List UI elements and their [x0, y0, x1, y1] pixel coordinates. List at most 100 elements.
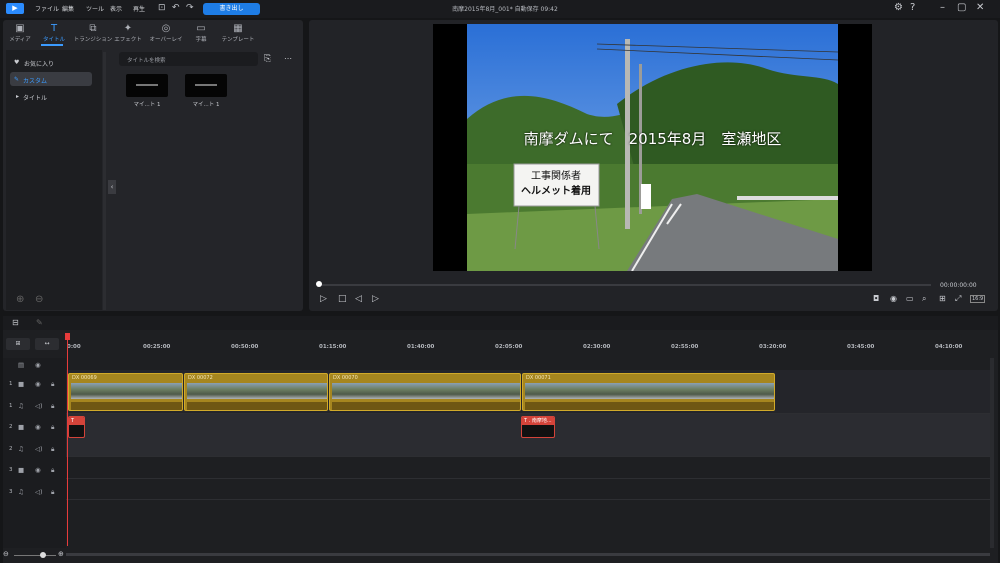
track-row[interactable]	[66, 479, 990, 500]
video-clip[interactable]: DX 00071	[522, 373, 775, 411]
video-clip[interactable]: DX 00069	[68, 373, 183, 411]
settings-icon[interactable]: ⚙	[894, 2, 903, 13]
speaker-icon[interactable]: ◁)	[35, 445, 43, 453]
maximize-icon[interactable]: ▢	[957, 2, 966, 13]
tab-subtitle[interactable]: ▭ 字幕	[184, 20, 218, 43]
track-row[interactable]	[66, 457, 990, 479]
chevron-right-icon[interactable]: ▸	[16, 93, 19, 100]
snapshot-icon[interactable]: ⊡	[158, 3, 166, 13]
playhead-handle[interactable]	[65, 333, 70, 340]
effect-icon: ✦	[123, 23, 133, 34]
clip-waveform	[71, 402, 182, 410]
menu-tools[interactable]: ツール	[86, 4, 104, 13]
tab-title[interactable]: T タイトル	[37, 20, 71, 43]
fit-icon[interactable]: ⊞	[939, 294, 946, 303]
clip-filmstrip	[187, 383, 327, 399]
more-icon[interactable]: ⋯	[284, 54, 292, 63]
zoom-slider-handle[interactable]	[40, 552, 46, 558]
lock-icon[interactable]: 🔒︎	[51, 380, 54, 389]
import-icon[interactable]: ⎘	[264, 54, 271, 64]
zoom-slider[interactable]	[14, 555, 56, 556]
edit-icon[interactable]: ✎	[36, 318, 43, 327]
video-clip[interactable]: DX 00070	[329, 373, 521, 411]
seek-bar[interactable]	[318, 284, 931, 286]
redo-icon[interactable]: ↷	[186, 3, 194, 13]
eye-icon[interactable]: ◉	[35, 423, 41, 431]
eye-icon[interactable]: ◉	[35, 361, 41, 369]
tab-effect[interactable]: ✦ エフェクト	[111, 20, 145, 43]
close-icon[interactable]: ✕	[976, 2, 984, 13]
speaker-icon[interactable]: ◁)	[35, 488, 43, 496]
sidebar-scrollbar[interactable]	[103, 52, 106, 310]
tab-transition[interactable]: ⧉ トランジション	[73, 20, 113, 43]
export-button[interactable]: 書き出し	[203, 3, 260, 15]
template-icon: ▦	[233, 23, 243, 34]
video-track-icon: ■	[18, 380, 25, 388]
aspect-ratio-button[interactable]: 16:9	[970, 295, 986, 303]
timeline-horizontal-scrollbar[interactable]	[66, 553, 990, 556]
zoom-out-icon[interactable]: ⊖	[3, 550, 9, 558]
tab-template[interactable]: ▦ テンプレート	[218, 20, 258, 43]
sign-line-2: ヘルメット着用	[521, 184, 591, 197]
track-number: 1	[9, 403, 13, 409]
timeline-vertical-scrollbar[interactable]	[990, 358, 994, 548]
title-clip[interactable]: T	[68, 416, 85, 438]
search-input[interactable]: タイトルを検索	[119, 52, 258, 66]
prev-frame-icon[interactable]: ◁	[355, 294, 362, 304]
lock-icon[interactable]: 🔒︎	[51, 402, 54, 411]
play-icon[interactable]: ▷	[320, 294, 327, 304]
fullscreen-icon[interactable]: ⤢	[955, 294, 961, 304]
seek-handle[interactable]	[316, 281, 322, 287]
next-frame-icon[interactable]: ▷	[372, 294, 379, 304]
tab-media[interactable]: ▣ メディア	[3, 20, 37, 43]
track-list-icon[interactable]: ▤	[18, 361, 24, 369]
video-clip[interactable]: DX 00072	[184, 373, 328, 411]
sidebar-item-custom[interactable]: カスタム	[23, 76, 47, 85]
zoom-in-icon[interactable]: ⊕	[58, 550, 64, 558]
title-thumbnail[interactable]	[185, 74, 227, 97]
audio-track-icon: ♫	[18, 402, 24, 410]
collapse-sidebar-button[interactable]: ‹	[108, 180, 116, 194]
menu-view[interactable]: 表示	[110, 4, 122, 13]
track-number: 1	[9, 381, 13, 387]
speaker-icon[interactable]: ◁)	[35, 402, 43, 410]
minimize-icon[interactable]: –	[940, 2, 945, 13]
subtitle-preview-icon[interactable]: ▭	[906, 294, 914, 303]
ruler-tick-label: 00:50:00	[231, 344, 259, 350]
clip-filmstrip	[71, 383, 182, 399]
undo-icon[interactable]: ↶	[172, 3, 180, 13]
record-icon[interactable]: ◉	[890, 294, 897, 303]
menu-file[interactable]: ファイル	[35, 4, 59, 13]
app-logo-icon: ▶	[6, 3, 24, 14]
track-manager-button[interactable]: ⊞	[6, 338, 30, 350]
stop-icon[interactable]: □	[338, 294, 347, 304]
title-clip[interactable]: T . 南摩地...	[521, 416, 555, 438]
sign-line-1: 工事関係者	[531, 169, 581, 182]
menu-edit[interactable]: 編集	[62, 4, 74, 13]
title-thumbnail-label: マイ...ト 1	[133, 102, 161, 108]
help-icon[interactable]: ?	[910, 2, 915, 13]
clip-label: DX 00072	[188, 375, 213, 381]
sidebar-item-favorites[interactable]: お気に入り	[24, 59, 54, 68]
eye-icon[interactable]: ◉	[35, 380, 41, 388]
lock-icon[interactable]: 🔒︎	[51, 445, 54, 454]
clip-label: DX 00071	[526, 375, 551, 381]
title-thumbnail[interactable]	[126, 74, 168, 97]
camera-icon[interactable]: ◘	[873, 294, 879, 303]
lock-icon[interactable]: 🔒︎	[51, 423, 54, 432]
zoom-icon[interactable]: ⌕	[922, 294, 926, 304]
eye-icon[interactable]: ◉	[35, 466, 41, 474]
video-track-icon: ■	[18, 423, 25, 431]
clip-waveform	[187, 402, 327, 410]
lock-icon[interactable]: 🔒︎	[51, 466, 54, 475]
fit-timeline-button[interactable]: ↔	[35, 338, 59, 350]
delete-folder-icon[interactable]: ⊖	[35, 294, 43, 305]
layout-icon[interactable]: ⊟	[12, 318, 19, 327]
menu-play[interactable]: 再生	[133, 4, 145, 13]
add-folder-icon[interactable]: ⊕	[16, 294, 24, 305]
playhead[interactable]	[67, 333, 68, 546]
lock-icon[interactable]: 🔒︎	[51, 488, 54, 497]
timeline-toolbar	[3, 316, 998, 330]
tab-overlay[interactable]: ◎ オーバーレイ	[146, 20, 186, 43]
sidebar-item-title[interactable]: タイトル	[23, 93, 47, 102]
